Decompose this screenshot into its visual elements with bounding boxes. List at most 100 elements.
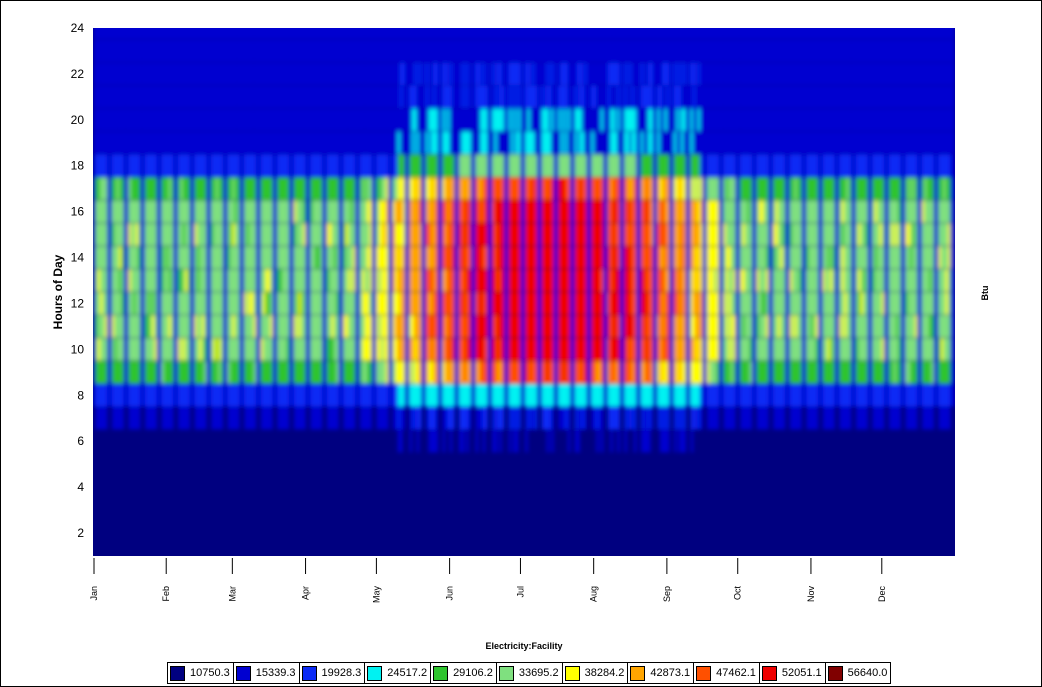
heatmap-cell [737,62,741,86]
heatmap-cell [246,384,250,407]
heatmap-cell [640,407,644,430]
heatmap-cell [558,28,561,40]
heatmap-cell [194,384,198,407]
heatmap-cell [93,292,96,315]
heatmap-cell [551,85,554,109]
heatmap-cell [572,315,576,338]
heatmap-cell [97,338,101,361]
heatmap-cell [659,62,663,86]
heatmap-cell [515,292,519,315]
heatmap-cell [605,269,609,292]
heatmap-cell [232,39,236,63]
heatmap-cell [572,131,576,155]
heatmap-cell [735,131,739,155]
heatmap-cell [629,384,632,407]
heatmap-cell [728,154,731,177]
heatmap-cell [655,28,658,40]
heatmap-cell [246,269,250,292]
heatmap-cell [707,407,710,430]
heatmap-cell [284,361,287,384]
heatmap-cell [215,39,219,63]
heatmap-cell [296,200,299,223]
heatmap-cell [130,85,134,109]
heatmap-cell [338,269,342,292]
heatmap-cell [657,177,661,200]
heatmap-cell [475,429,479,453]
heatmap-cell [704,131,708,155]
heatmap-cell [541,292,545,315]
heatmap-cell [577,292,580,315]
heatmap-cell [116,292,120,315]
heatmap-cell [539,85,543,109]
heatmap-cell [296,338,299,361]
heatmap-cell [624,338,628,361]
heatmap-cell [274,177,278,200]
heatmap-cell [447,407,450,430]
heatmap-cell [673,154,677,177]
heatmap-cell [204,384,207,407]
heatmap-cell [265,131,269,155]
heatmap-cell [156,384,160,407]
heatmap-cell [619,154,623,177]
heatmap-cell [506,223,509,246]
heatmap-cell [577,361,580,384]
heatmap-cell [548,131,552,155]
heatmap-cell [411,154,415,177]
heatmap-cell [740,269,743,292]
heatmap-cell [709,108,713,132]
heatmap-cell [678,39,682,63]
heatmap-cell [459,200,462,223]
heatmap-cell [303,131,306,155]
heatmap-cell [385,223,389,246]
heatmap-cell [600,223,604,246]
heatmap-cell [655,361,658,384]
heatmap-cell [196,269,200,292]
heatmap-cell [126,292,129,315]
heatmap-cell [317,269,321,292]
heatmap-cell [666,407,670,430]
heatmap-cell [289,39,292,63]
heatmap-cell [433,269,436,292]
heatmap-cell [168,315,172,338]
heatmap-cell [541,62,545,86]
heatmap-cell [666,384,670,407]
heatmap-cell [631,269,635,292]
heatmap-cell [655,154,658,177]
heatmap-cell [111,384,115,407]
heatmap-cell [222,361,226,384]
heatmap-cell [421,384,424,407]
heatmap-cell [310,269,313,292]
heatmap-cell [695,108,698,132]
heatmap-cell [657,338,661,361]
heatmap-cell [473,315,476,338]
heatmap-cell [473,223,476,246]
heatmap-cell [281,384,285,407]
heatmap-cell [407,315,410,338]
heatmap-cell [144,28,148,40]
heatmap-cell [593,108,597,132]
heatmap-cell [508,246,512,269]
heatmap-cell [104,39,108,63]
heatmap-cell [213,108,217,132]
heatmap-cell [442,292,446,315]
heatmap-cell [723,246,727,269]
heatmap-cell [343,200,347,223]
heatmap-cell [201,28,205,40]
heatmap-cell [702,131,706,155]
heatmap-cell [369,384,373,407]
heatmap-cell [692,269,696,292]
heatmap-cell [544,338,547,361]
heatmap-cell [390,269,394,292]
heatmap-cell [692,384,696,407]
heatmap-cell [598,246,602,269]
heatmap-cell [142,361,146,384]
heatmap-cell [704,246,708,269]
heatmap-cell [633,338,637,361]
heatmap-cell [220,177,224,200]
heatmap-cell [286,407,290,430]
heatmap-cell [317,200,321,223]
heatmap-cell [728,85,731,109]
heatmap-cell [362,62,365,86]
heatmap-cell [137,292,141,315]
heatmap-cell [551,154,554,177]
